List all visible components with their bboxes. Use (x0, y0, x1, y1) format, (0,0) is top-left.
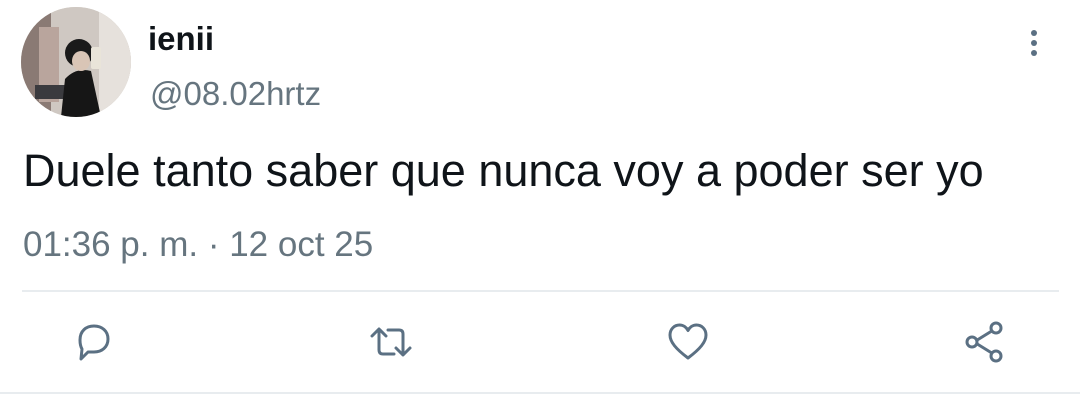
reply-button[interactable] (72, 320, 116, 364)
tweet-timestamp[interactable]: 01:36 p. m. · 12 oct 25 (23, 224, 373, 266)
user-handle[interactable]: @08.02hrtz (150, 74, 321, 114)
retweet-icon (370, 327, 412, 357)
share-button[interactable] (963, 320, 1007, 364)
avatar[interactable] (21, 7, 131, 117)
reply-icon (78, 324, 110, 361)
retweet-button[interactable] (369, 320, 413, 364)
avatar-image (21, 7, 131, 117)
display-name[interactable]: ienii (148, 19, 214, 59)
more-options-icon[interactable] (1018, 27, 1050, 59)
like-icon (668, 323, 708, 360)
share-icon (965, 321, 1003, 363)
like-button[interactable] (666, 320, 710, 364)
tweet-text: Duele tanto saber que nunca voy a poder … (23, 145, 984, 196)
divider (22, 290, 1059, 292)
